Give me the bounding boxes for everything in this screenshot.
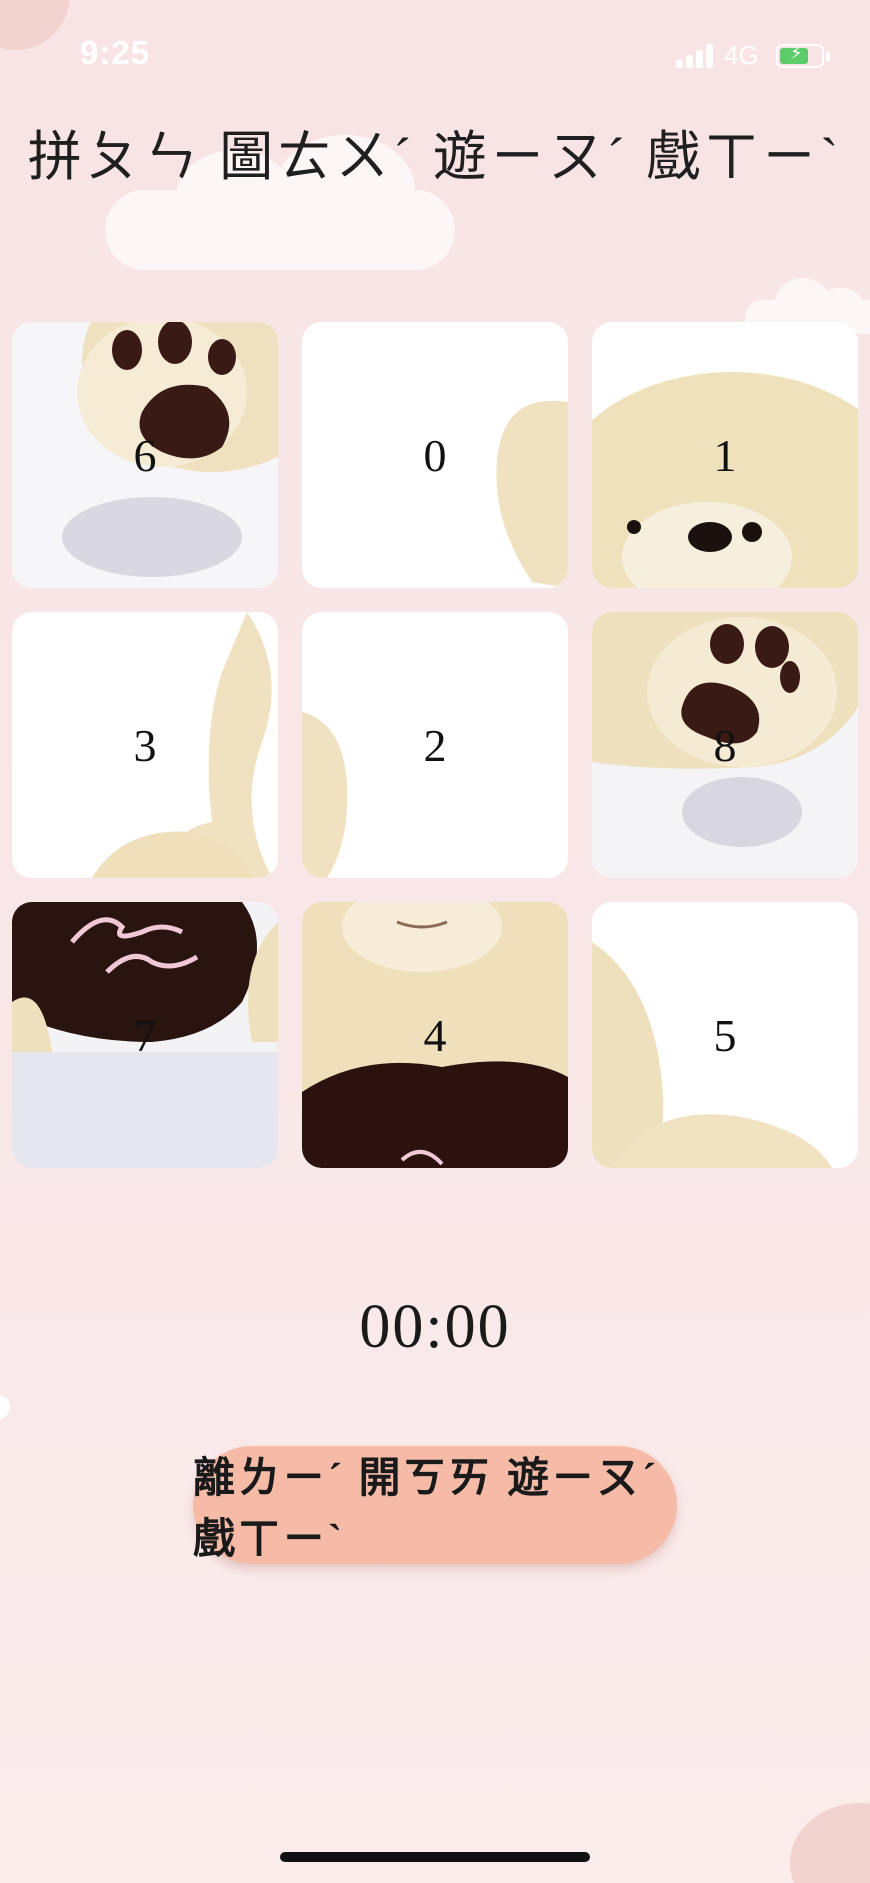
status-time: 9:25 <box>80 34 151 71</box>
tile-number: 7 <box>133 1009 157 1061</box>
tile-number: 5 <box>713 1009 737 1061</box>
tile-number: 4 <box>423 1009 447 1061</box>
tile-number: 3 <box>133 719 157 771</box>
page-title: 拼ㄆㄣ 圖ㄊㄨˊ 遊ㄧㄡˊ 戲ㄒㄧˋ <box>27 127 843 187</box>
puzzle-tile[interactable]: 6 <box>12 322 278 588</box>
puzzle-game-screen: 9:25 4G ⚡ 拼ㄆㄣ 圖ㄊㄨˊ 遊ㄧㄡˊ 戲ㄒㄧˋ 6 0 1 3 2 8… <box>0 0 870 1883</box>
puzzle-tile[interactable]: 8 <box>592 612 858 878</box>
home-indicator[interactable] <box>280 1852 590 1862</box>
cloud-decoration <box>105 135 455 270</box>
tile-number: 1 <box>713 429 737 481</box>
tile-number: 6 <box>133 429 157 481</box>
puzzle-tile[interactable]: 5 <box>592 902 858 1168</box>
puzzle-tile[interactable]: 0 <box>302 322 568 588</box>
decorative-blob <box>790 1803 870 1883</box>
decorative-dot <box>0 1395 10 1419</box>
tile-number: 0 <box>423 429 447 481</box>
tile-number: 2 <box>423 719 447 771</box>
status-bar: 9:25 4G ⚡ <box>0 0 870 110</box>
puzzle-tile[interactable]: 4 <box>302 902 568 1168</box>
puzzle-grid: 6 0 1 3 2 8 7 4 5 <box>12 322 858 1168</box>
leave-game-button[interactable]: 離ㄌㄧˊ 開ㄎㄞ 遊ㄧㄡˊ 戲ㄒㄧˋ <box>193 1446 677 1564</box>
tile-number: 8 <box>713 719 737 771</box>
puzzle-tile[interactable]: 7 <box>12 902 278 1168</box>
puzzle-tile[interactable]: 3 <box>12 612 278 878</box>
network-type: 4G <box>724 40 759 70</box>
signal-icon <box>676 44 716 68</box>
game-timer: 00:00 <box>359 1293 511 1361</box>
puzzle-tile[interactable]: 1 <box>592 322 858 588</box>
puzzle-tile[interactable]: 2 <box>302 612 568 878</box>
battery-icon: ⚡ <box>776 43 830 68</box>
